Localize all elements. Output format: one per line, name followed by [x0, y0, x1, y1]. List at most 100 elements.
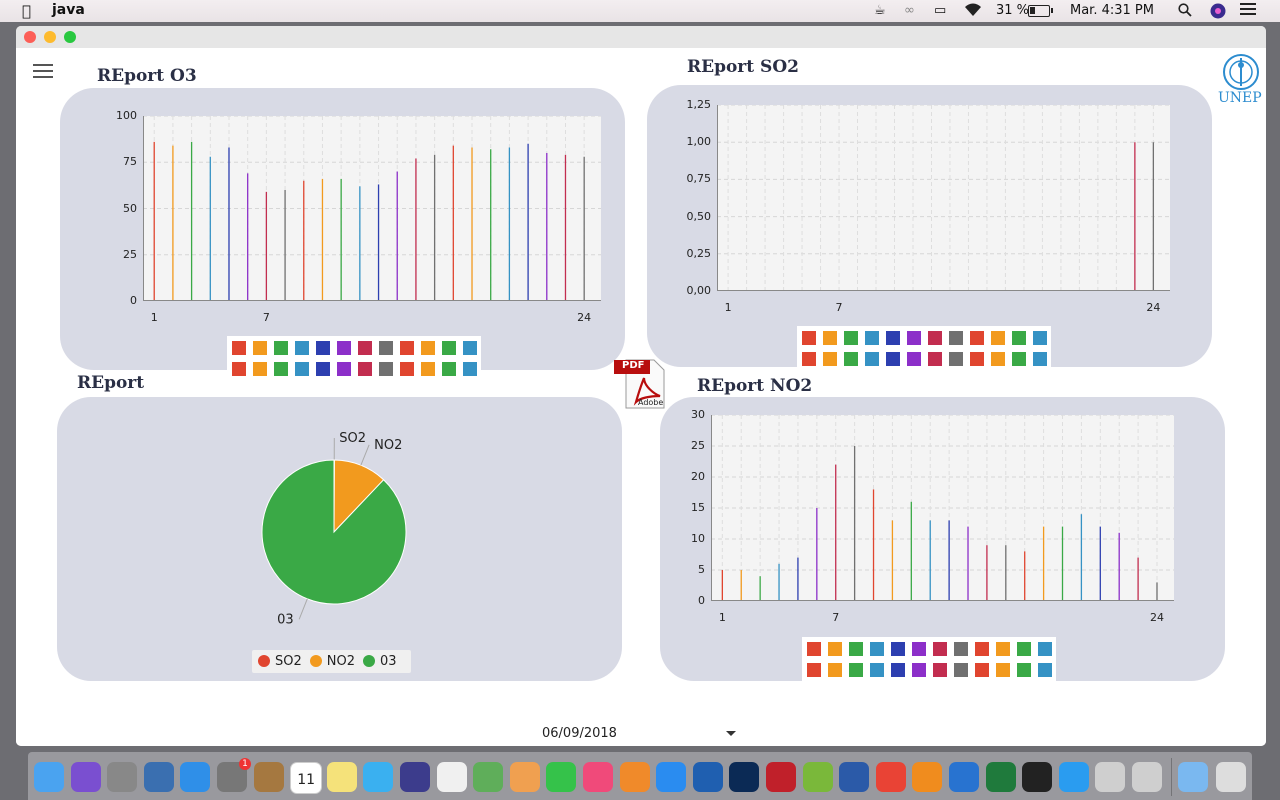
- notes-brown-icon[interactable]: [253, 762, 284, 792]
- no2-legend-swatch-7[interactable]: [933, 642, 947, 656]
- no2-legend-swatch-19[interactable]: [933, 663, 947, 677]
- so2-legend-swatch-2[interactable]: [823, 331, 837, 345]
- textedit-icon[interactable]: [436, 762, 467, 792]
- so2-legend-swatch-6[interactable]: [907, 331, 921, 345]
- calendar-icon[interactable]: 11: [290, 762, 323, 794]
- vscode-icon[interactable]: [949, 762, 979, 792]
- so2-legend-swatch-13[interactable]: [802, 352, 816, 366]
- no2-legend-swatch-23[interactable]: [1017, 663, 1031, 677]
- display-icon[interactable]: ▭: [934, 3, 946, 18]
- no2-legend-swatch-14[interactable]: [828, 663, 842, 677]
- so2-legend-swatch-21[interactable]: [970, 352, 984, 366]
- so2-legend-swatch-8[interactable]: [949, 331, 963, 345]
- no2-legend-swatch-15[interactable]: [849, 663, 863, 677]
- notes-icon[interactable]: [326, 762, 357, 792]
- so2-legend-swatch-18[interactable]: [907, 352, 921, 366]
- spotlight-search-icon[interactable]: [1178, 3, 1192, 21]
- no2-legend-swatch-2[interactable]: [828, 642, 842, 656]
- so2-legend-swatch-10[interactable]: [991, 331, 1005, 345]
- safari-icon[interactable]: [180, 762, 211, 792]
- pie-slice-03[interactable]: [261, 459, 407, 605]
- preview-icon[interactable]: [143, 762, 174, 792]
- so2-legend-swatch-24[interactable]: [1033, 352, 1047, 366]
- no2-legend-swatch-22[interactable]: [996, 663, 1010, 677]
- siri-icon[interactable]: [70, 762, 101, 792]
- itunes-icon[interactable]: [583, 762, 613, 792]
- launchpad-icon[interactable]: [107, 762, 138, 792]
- so2-legend-swatch-4[interactable]: [865, 331, 879, 345]
- so2-legend-swatch-16[interactable]: [865, 352, 879, 366]
- clock[interactable]: Mar. 4:31 PM: [1070, 3, 1154, 18]
- trash-icon[interactable]: [1216, 762, 1246, 792]
- battery-icon[interactable]: [1028, 5, 1053, 17]
- so2-legend-swatch-7[interactable]: [928, 331, 942, 345]
- excel-icon[interactable]: [985, 762, 1016, 792]
- no2-legend-swatch-10[interactable]: [996, 642, 1010, 656]
- facetime-icon[interactable]: [546, 762, 577, 792]
- minimize-window-button[interactable]: [44, 31, 56, 43]
- virtualbox-icon[interactable]: [692, 762, 723, 792]
- finder-icon[interactable]: [34, 762, 64, 792]
- no2-legend-swatch-16[interactable]: [870, 663, 884, 677]
- no2-legend-swatch-6[interactable]: [912, 642, 926, 656]
- close-window-button[interactable]: [24, 31, 36, 43]
- android-studio-icon[interactable]: [802, 762, 833, 792]
- so2-legend-swatch-23[interactable]: [1012, 352, 1026, 366]
- pie-legend-item-NO2[interactable]: NO2: [309, 654, 355, 669]
- no2-legend-swatch-13[interactable]: [807, 663, 821, 677]
- chevron-down-icon[interactable]: [726, 731, 736, 736]
- app-store-icon[interactable]: [656, 762, 687, 792]
- coffee-status-icon[interactable]: ☕: [874, 3, 886, 18]
- word-icon[interactable]: [839, 762, 870, 792]
- no2-legend-swatch-17[interactable]: [891, 663, 905, 677]
- maps-icon[interactable]: [473, 762, 504, 792]
- notification-center-icon[interactable]: [1240, 3, 1256, 19]
- wifi-icon[interactable]: [964, 3, 982, 21]
- no2-legend-swatch-20[interactable]: [954, 663, 968, 677]
- no2-legend-swatch-24[interactable]: [1038, 663, 1052, 677]
- no2-legend-swatch-11[interactable]: [1017, 642, 1031, 656]
- so2-legend-swatch-20[interactable]: [949, 352, 963, 366]
- no2-legend-swatch-4[interactable]: [870, 642, 884, 656]
- phpstorm-icon[interactable]: [400, 762, 430, 792]
- photos-icon[interactable]: [509, 762, 540, 792]
- so2-legend-swatch-17[interactable]: [886, 352, 900, 366]
- siri-menu-icon[interactable]: [1210, 3, 1226, 23]
- no2-legend-swatch-3[interactable]: [849, 642, 863, 656]
- java-icon[interactable]: [1095, 762, 1126, 792]
- so2-legend-swatch-14[interactable]: [823, 352, 837, 366]
- so2-legend-swatch-9[interactable]: [970, 331, 984, 345]
- so2-legend-swatch-15[interactable]: [844, 352, 858, 366]
- java-icon-2[interactable]: [1132, 762, 1162, 792]
- pie-legend-item-SO2[interactable]: SO2: [258, 654, 302, 669]
- chrome-icon[interactable]: [875, 762, 906, 792]
- photoshop-icon[interactable]: [729, 762, 760, 792]
- no2-legend-swatch-18[interactable]: [912, 663, 926, 677]
- app-menu-name[interactable]: java: [52, 2, 85, 18]
- so2-legend-swatch-3[interactable]: [844, 331, 858, 345]
- folder-icon[interactable]: [1178, 762, 1208, 792]
- system-preferences-icon[interactable]: 1: [217, 758, 251, 792]
- date-picker[interactable]: 06/09/2018: [533, 720, 746, 746]
- no2-legend-swatch-1[interactable]: [807, 642, 821, 656]
- pointer-icon[interactable]: [1022, 762, 1053, 792]
- no2-legend-swatch-8[interactable]: [954, 642, 968, 656]
- sublime-icon[interactable]: [912, 762, 943, 792]
- so2-legend-swatch-22[interactable]: [991, 352, 1005, 366]
- so2-legend-swatch-5[interactable]: [886, 331, 900, 345]
- pie-legend-item-03[interactable]: 03: [363, 654, 397, 669]
- ibooks-icon[interactable]: [619, 762, 650, 792]
- no2-legend-swatch-5[interactable]: [891, 642, 905, 656]
- so2-legend-swatch-12[interactable]: [1033, 331, 1047, 345]
- no2-legend-swatch-12[interactable]: [1038, 642, 1052, 656]
- so2-legend-swatch-1[interactable]: [802, 331, 816, 345]
- so2-legend-swatch-19[interactable]: [928, 352, 942, 366]
- apple-menu-icon[interactable]: : [22, 2, 31, 20]
- creative-cloud-icon[interactable]: ∞: [904, 3, 915, 18]
- keynote-icon[interactable]: [1058, 762, 1089, 792]
- no2-legend-swatch-9[interactable]: [975, 642, 989, 656]
- zoom-window-button[interactable]: [64, 31, 76, 43]
- no2-legend-swatch-21[interactable]: [975, 663, 989, 677]
- messages-icon[interactable]: [363, 762, 394, 792]
- so2-legend-swatch-11[interactable]: [1012, 331, 1026, 345]
